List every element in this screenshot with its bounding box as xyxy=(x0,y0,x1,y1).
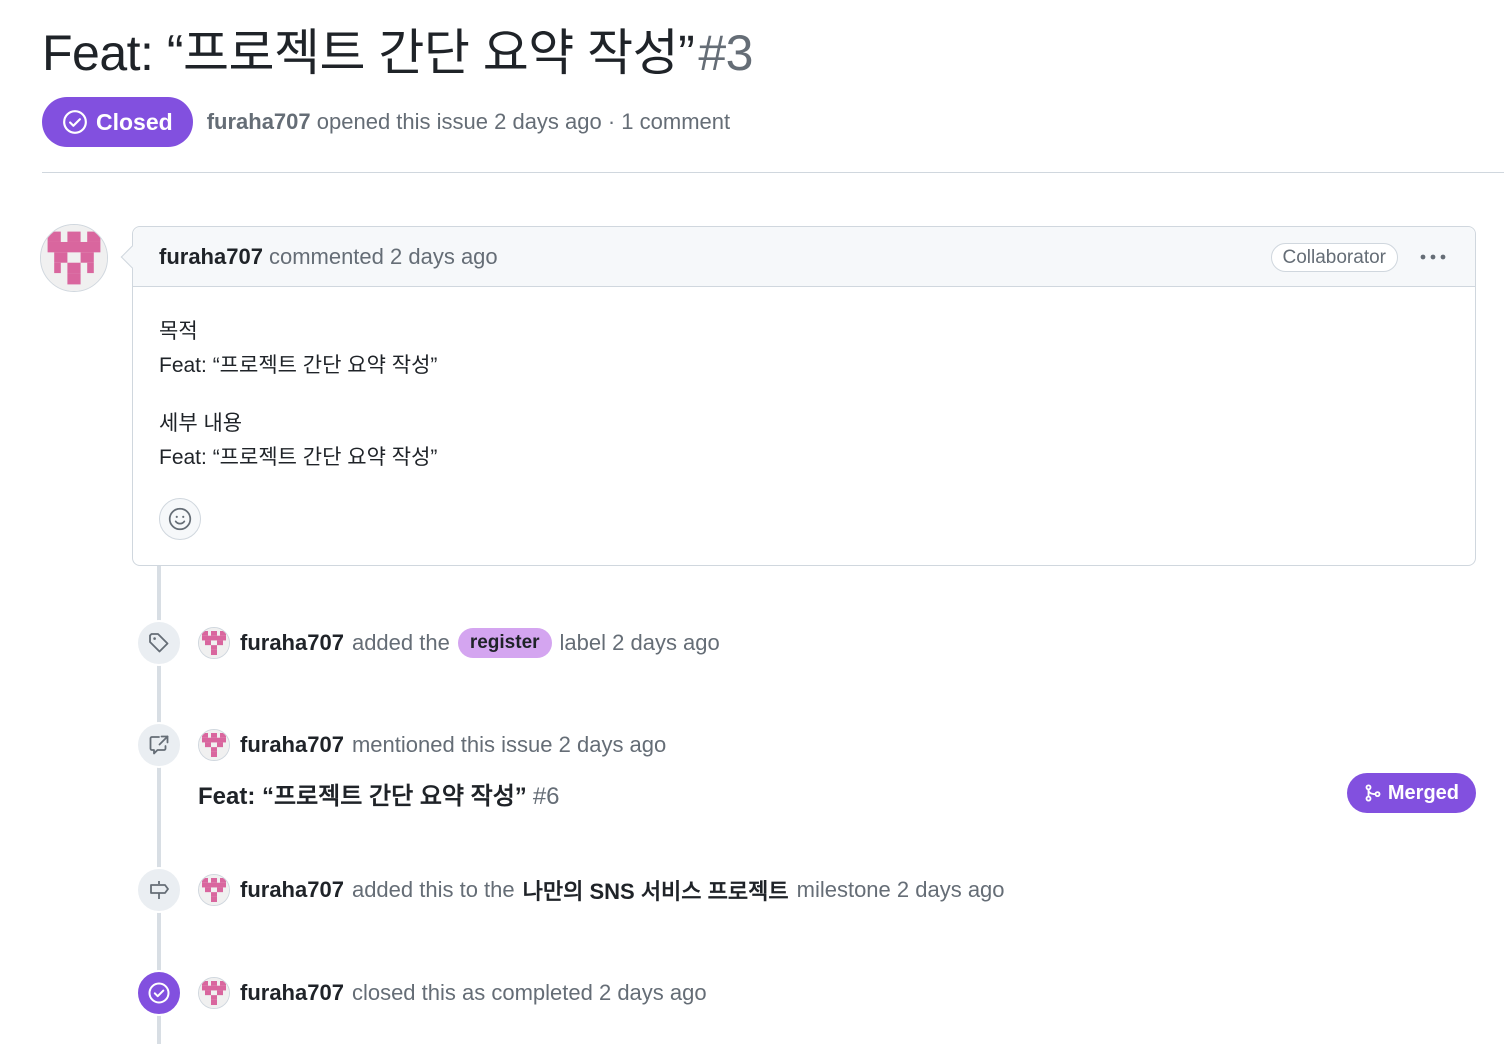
event-text: mentioned this issue 2 days ago xyxy=(351,732,667,757)
identicon-icon xyxy=(199,875,229,905)
event-text: added the xyxy=(351,630,450,655)
event-text: label 2 days ago xyxy=(559,630,720,655)
avatar[interactable] xyxy=(198,977,230,1009)
body-heading-details: 세부 내용 xyxy=(159,412,243,435)
comment-box: furaha707 commented 2 days ago Collabora… xyxy=(120,226,1476,566)
comment-paragraph: 목적 Feat: “프로젝트 간단 요약 작성” xyxy=(159,315,1449,383)
comment-options-button[interactable] xyxy=(1417,241,1449,273)
issue-title-text: Feat: “프로젝트 간단 요약 작성” xyxy=(42,25,695,81)
state-label: Closed xyxy=(96,108,173,135)
label-register[interactable]: register xyxy=(457,628,552,658)
identicon-icon xyxy=(199,978,229,1008)
event-content: furaha707 closed this as completed 2 day… xyxy=(198,977,707,1009)
issue-state-row: Closed furaha707 opened this issue 2 day… xyxy=(42,97,730,147)
merged-label: Merged xyxy=(1387,781,1459,804)
git-merge-icon xyxy=(1365,784,1381,802)
milestone-event: furaha707 added this to the 나만의 SNS 서비스 … xyxy=(136,867,1005,913)
event-content: furaha707 mentioned this issue 2 days ag… xyxy=(198,729,666,761)
check-circle-icon xyxy=(63,110,87,134)
mention-event: furaha707 mentioned this issue 2 days ag… xyxy=(136,722,666,768)
referenced-pr-row: Feat: “프로젝트 간단 요약 작성” #6 Merged xyxy=(198,772,1476,814)
closed-event: furaha707 closed this as completed 2 day… xyxy=(136,970,707,1016)
comment-body: 목적 Feat: “프로젝트 간단 요약 작성” 세부 내용 Feat: “프로… xyxy=(133,287,1475,475)
avatar[interactable] xyxy=(198,874,230,906)
issue-title: Feat: “프로젝트 간단 요약 작성”#3 xyxy=(42,22,753,84)
identicon-icon xyxy=(41,225,107,291)
event-author-link[interactable]: furaha707 xyxy=(240,877,344,903)
header-divider xyxy=(42,172,1504,173)
comment-paragraph: 세부 내용 Feat: “프로젝트 간단 요약 작성” xyxy=(159,407,1449,475)
event-icon xyxy=(136,867,182,913)
tag-icon xyxy=(149,633,169,653)
referenced-pr-link[interactable]: Feat: “프로젝트 간단 요약 작성” #6 xyxy=(198,776,560,811)
issue-meta: furaha707 opened this issue 2 days ago ·… xyxy=(207,109,730,135)
identicon-icon xyxy=(199,628,229,658)
identicon-icon xyxy=(199,730,229,760)
closed-state-badge: Closed xyxy=(42,97,193,147)
avatar[interactable] xyxy=(198,627,230,659)
cross-reference-icon xyxy=(149,735,169,755)
smiley-icon xyxy=(168,507,192,531)
event-content: furaha707 added the register label 2 day… xyxy=(198,627,720,659)
event-author-link[interactable]: furaha707 xyxy=(240,980,344,1006)
event-text: added this to the xyxy=(351,877,515,902)
event-author-link[interactable]: furaha707 xyxy=(240,630,344,656)
event-author-link[interactable]: furaha707 xyxy=(240,732,344,758)
event-content: furaha707 added this to the 나만의 SNS 서비스 … xyxy=(198,874,1005,906)
comment-header: furaha707 commented 2 days ago Collabora… xyxy=(133,227,1475,287)
event-icon xyxy=(136,722,182,768)
referenced-pr-number[interactable]: #6 xyxy=(533,783,560,810)
issue-author-link[interactable]: furaha707 xyxy=(207,109,311,134)
merged-state-badge: Merged xyxy=(1346,773,1476,813)
label-event: furaha707 added the register label 2 day… xyxy=(136,620,720,666)
event-icon xyxy=(136,970,182,1016)
issue-meta-text: opened this issue 2 days ago · 1 comment xyxy=(316,109,731,134)
kebab-horizontal-icon xyxy=(1420,254,1446,260)
avatar[interactable] xyxy=(40,224,108,292)
add-reaction-button[interactable] xyxy=(159,498,201,540)
referenced-pr-title[interactable]: Feat: “프로젝트 간단 요약 작성” xyxy=(198,783,527,810)
body-line-details: Feat: “프로젝트 간단 요약 작성” xyxy=(159,446,438,469)
milestone-link[interactable]: 나만의 SNS 서비스 프로젝트 xyxy=(523,874,789,906)
comment-action[interactable]: commented 2 days ago xyxy=(269,244,498,270)
event-text: closed this as completed 2 days ago xyxy=(351,980,707,1005)
milestone-icon xyxy=(150,881,169,899)
avatar[interactable] xyxy=(198,729,230,761)
comment-author-link[interactable]: furaha707 xyxy=(159,244,263,270)
event-text: milestone 2 days ago xyxy=(796,877,1005,902)
issue-number: #3 xyxy=(698,25,753,81)
event-icon xyxy=(136,620,182,666)
body-heading-purpose: 목적 xyxy=(159,320,198,343)
check-circle-icon xyxy=(148,982,170,1004)
collaborator-badge: Collaborator xyxy=(1270,243,1398,272)
body-line-purpose: Feat: “프로젝트 간단 요약 작성” xyxy=(159,354,438,377)
